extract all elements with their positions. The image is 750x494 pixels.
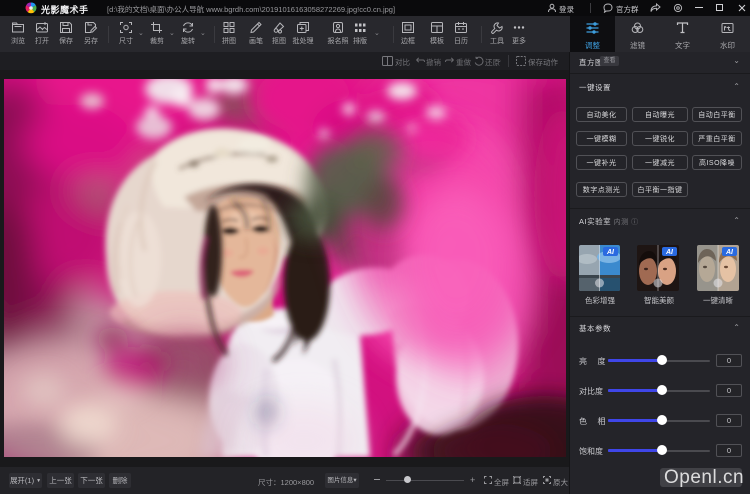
svg-text:AI: AI xyxy=(725,249,734,256)
svg-text:AI: AI xyxy=(665,249,674,256)
svg-text:AI: AI xyxy=(606,249,615,256)
